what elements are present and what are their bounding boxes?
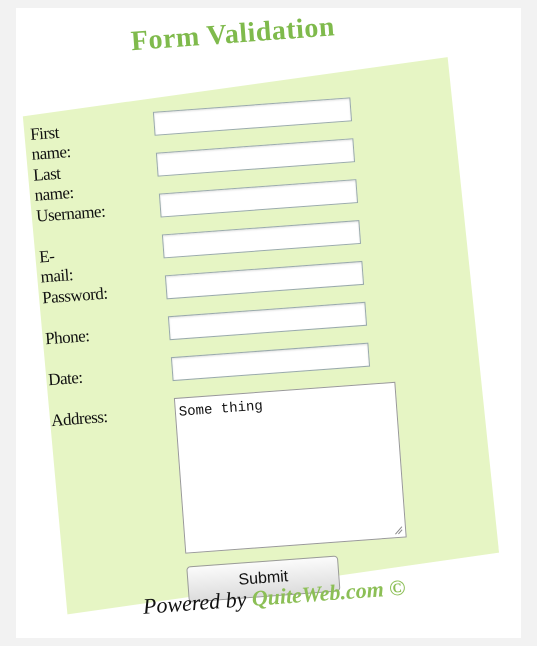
copyright-symbol: © [382,574,407,602]
address-value: Some thing [178,398,264,421]
last-name-label: Last name: [32,163,75,205]
address-textarea[interactable]: Some thing [173,381,407,554]
first-name-label: First name: [29,122,72,164]
form-card: Form Validation First name: Last name: U… [4,0,502,636]
page-background: Form Validation First name: Last name: U… [16,8,521,638]
address-label: Address: [50,406,109,431]
email-label: E-mail: [38,246,74,287]
resize-grip-icon[interactable] [393,525,404,536]
date-label: Date: [47,367,84,390]
phone-label: Phone: [44,326,90,349]
